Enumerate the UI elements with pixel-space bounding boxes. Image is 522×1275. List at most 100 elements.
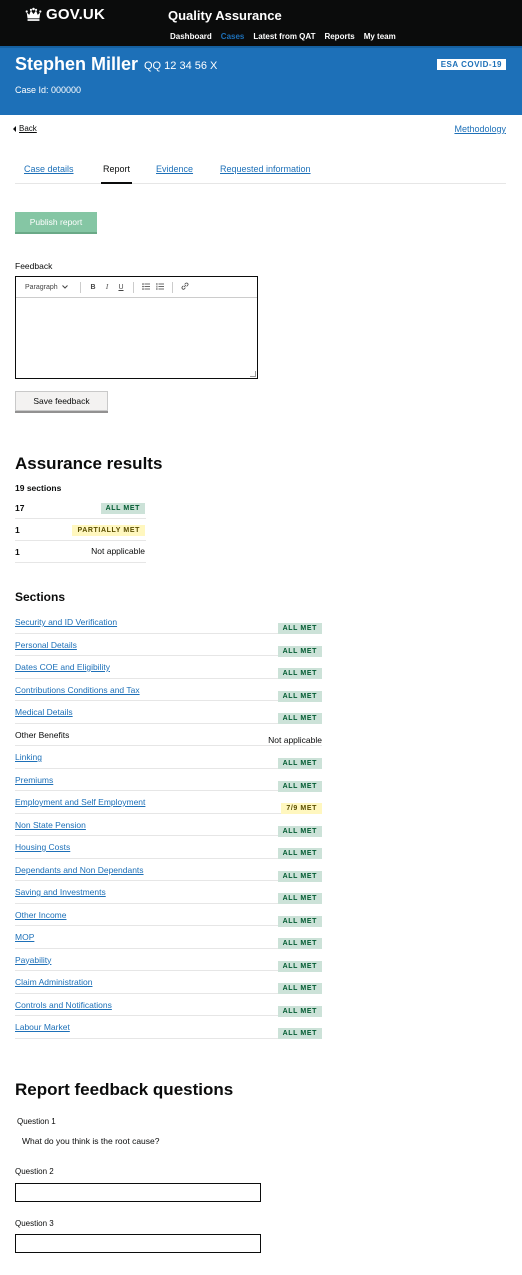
service-name[interactable]: Quality Assurance xyxy=(168,8,282,23)
status-badge: ALL MET xyxy=(277,848,322,859)
tab-requested-information[interactable]: Requested information xyxy=(220,164,311,184)
publish-report-button[interactable]: Publish report xyxy=(15,212,97,232)
status-text: Not applicable xyxy=(91,546,145,556)
feedback-label: Feedback xyxy=(15,261,53,271)
section-row: Personal Details ALL MET xyxy=(15,634,322,657)
nav-latest-from-qat[interactable]: Latest from QAT xyxy=(253,32,315,41)
section-row: Premiums ALL MET xyxy=(15,769,322,792)
link-icon xyxy=(181,282,189,290)
summary-count: 1 xyxy=(15,547,20,557)
tab-report[interactable]: Report xyxy=(101,164,132,184)
status-badge: ALL MET xyxy=(277,645,322,657)
report-feedback-questions-heading: Report feedback questions xyxy=(15,1080,234,1099)
section-name[interactable]: Saving and Investments xyxy=(15,887,106,897)
status-badge: ALL MET xyxy=(277,960,322,972)
numbered-list-icon xyxy=(156,282,164,290)
section-name[interactable]: Premiums xyxy=(15,775,53,785)
section-row: Saving and Investments ALL MET xyxy=(15,881,322,904)
status-badge: 7/9 MET xyxy=(281,803,322,814)
status-badge: ALL MET xyxy=(277,623,322,634)
crown-icon xyxy=(25,7,42,21)
nav-cases[interactable]: Cases xyxy=(221,32,245,41)
section-row: Non State Pension ALL MET xyxy=(15,814,322,837)
section-row: Labour Market ALL MET xyxy=(15,1016,322,1039)
section-name[interactable]: Claim Administration xyxy=(15,977,92,987)
methodology-link[interactable]: Methodology xyxy=(454,124,506,134)
section-row: Other Income ALL MET xyxy=(15,904,322,927)
back-link[interactable]: Back xyxy=(13,124,37,133)
section-row: Other Benefits Not applicable xyxy=(15,724,322,746)
question-1-text: What do you think is the root cause? xyxy=(22,1136,160,1146)
bullet-list-button[interactable] xyxy=(139,282,153,292)
toolbar-divider xyxy=(80,281,81,293)
paragraph-format-label: Paragraph xyxy=(25,283,58,291)
section-name[interactable]: Linking xyxy=(15,752,42,762)
section-name[interactable]: Medical Details xyxy=(15,707,73,717)
question-3-input[interactable] xyxy=(15,1234,261,1253)
section-name[interactable]: Payability xyxy=(15,955,51,965)
govuk-logo[interactable]: GOV.UK xyxy=(25,6,105,23)
nav-dashboard[interactable]: Dashboard xyxy=(170,32,212,41)
section-row: Employment and Self Employment 7/9 MET xyxy=(15,791,322,814)
underline-button[interactable]: U xyxy=(114,284,128,291)
section-name[interactable]: MOP xyxy=(15,932,34,942)
section-row: Controls and Notifications ALL MET xyxy=(15,994,322,1017)
section-row: Housing Costs ALL MET xyxy=(15,836,322,859)
paragraph-format-select[interactable]: Paragraph xyxy=(25,284,75,291)
section-row: Payability ALL MET xyxy=(15,949,322,972)
status-badge: ALL MET xyxy=(277,825,322,837)
link-button[interactable] xyxy=(178,282,192,292)
sections-heading: Sections xyxy=(15,590,66,604)
section-name[interactable]: Employment and Self Employment xyxy=(15,797,145,807)
section-row: Security and ID Verification ALL MET xyxy=(15,611,322,634)
national-insurance-number: QQ 12 34 56 X xyxy=(144,60,218,72)
section-row: Claim Administration ALL MET xyxy=(15,971,322,994)
section-name[interactable]: Housing Costs xyxy=(15,842,70,852)
section-row: Dependants and Non Dependants ALL MET xyxy=(15,859,322,882)
feedback-textarea[interactable] xyxy=(16,298,257,378)
chevron-down-icon xyxy=(61,285,68,289)
section-name[interactable]: Contributions Conditions and Tax xyxy=(15,685,140,695)
section-row: Linking ALL MET xyxy=(15,746,322,769)
section-name[interactable]: Controls and Notifications xyxy=(15,1000,112,1010)
question-2-label: Question 2 xyxy=(15,1167,54,1176)
nav-my-team[interactable]: My team xyxy=(364,32,396,41)
section-name[interactable]: Labour Market xyxy=(15,1022,70,1032)
tab-evidence[interactable]: Evidence xyxy=(156,164,193,184)
back-arrow-icon xyxy=(13,125,16,132)
bullet-list-icon xyxy=(142,282,150,290)
question-3-label: Question 3 xyxy=(15,1219,54,1228)
toolbar-divider xyxy=(172,281,173,293)
question-2-input[interactable] xyxy=(15,1183,261,1202)
back-link-label: Back xyxy=(19,124,37,133)
status-badge: ALL MET xyxy=(277,1028,322,1039)
section-name[interactable]: Security and ID Verification xyxy=(15,617,117,627)
section-name[interactable]: Dates COE and Eligibility xyxy=(15,662,110,672)
status-badge: ALL MET xyxy=(277,668,322,679)
status-badge: ALL MET xyxy=(277,780,322,792)
question-1-label: Question 1 xyxy=(17,1117,56,1126)
summary-row: 1 PARTIALLY MET xyxy=(15,519,146,541)
bold-button[interactable]: B xyxy=(86,284,100,291)
tab-case-details[interactable]: Case details xyxy=(24,164,74,184)
section-name[interactable]: Dependants and Non Dependants xyxy=(15,865,144,875)
numbered-list-button[interactable] xyxy=(153,282,167,292)
section-row: Dates COE and Eligibility ALL MET xyxy=(15,656,322,679)
section-row: MOP ALL MET xyxy=(15,926,322,949)
summary-row: 17 ALL MET xyxy=(15,497,146,519)
section-name[interactable]: Non State Pension xyxy=(15,820,86,830)
nav-reports[interactable]: Reports xyxy=(324,32,354,41)
status-badge: ALL MET xyxy=(277,713,322,724)
status-badge: ALL MET xyxy=(277,938,322,949)
status-badge: ALL MET xyxy=(277,915,322,927)
status-badge: PARTIALLY MET xyxy=(72,525,145,536)
section-name[interactable]: Other Income xyxy=(15,910,67,920)
sections-count: 19 sections xyxy=(15,483,62,493)
save-feedback-button[interactable]: Save feedback xyxy=(15,391,108,411)
resize-handle[interactable] xyxy=(250,371,256,377)
logo-text: GOV.UK xyxy=(46,6,105,23)
status-badge: ALL MET xyxy=(277,870,322,882)
summary-row: 1 Not applicable xyxy=(15,541,146,563)
section-name[interactable]: Personal Details xyxy=(15,640,77,650)
italic-button[interactable]: I xyxy=(100,283,114,291)
